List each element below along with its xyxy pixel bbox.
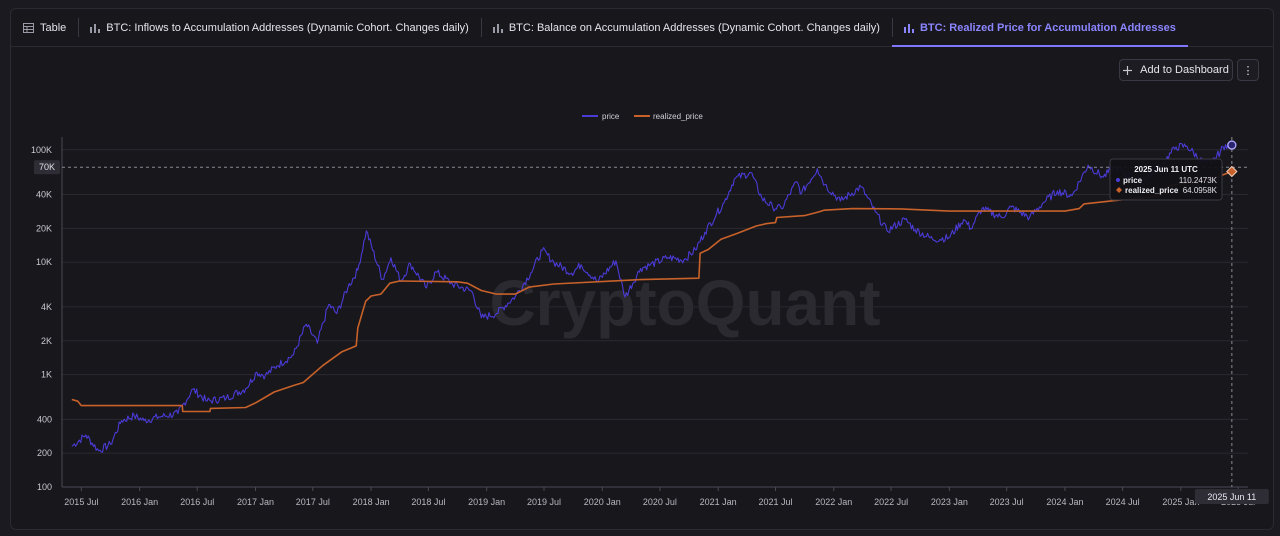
tooltip-realized-value: 64.0958K bbox=[1183, 186, 1218, 195]
crosshair-y-label: 70K bbox=[39, 162, 55, 172]
y-tick-label: 4K bbox=[41, 302, 52, 312]
x-tick-label: 2015 Jul bbox=[64, 497, 98, 507]
x-tick-label: 2016 Jul bbox=[180, 497, 214, 507]
x-tick-label: 2016 Jan bbox=[121, 497, 158, 507]
tooltip-price-swatch bbox=[1116, 178, 1120, 182]
x-tick-label: 2017 Jan bbox=[237, 497, 274, 507]
realized-price-hover-marker bbox=[1226, 165, 1238, 178]
y-tick-label: 400 bbox=[37, 414, 52, 424]
y-tick-label: 20K bbox=[36, 223, 52, 233]
y-tick-label: 100 bbox=[37, 482, 52, 492]
y-tick-label: 200 bbox=[37, 448, 52, 458]
tooltip-price-name: price bbox=[1123, 176, 1143, 185]
tooltip-date: 2025 Jun 11 UTC bbox=[1134, 165, 1198, 174]
x-tick-label: 2022 Jan bbox=[815, 497, 852, 507]
y-tick-label: 1K bbox=[41, 370, 52, 380]
tooltip: 2025 Jun 11 UTC price 110.2473Krealized_pr… bbox=[1109, 158, 1223, 201]
y-tick-label: 10K bbox=[36, 257, 52, 267]
x-tick-label: 2021 Jul bbox=[758, 497, 792, 507]
x-tick-label: 2021 Jan bbox=[700, 497, 737, 507]
x-tick-label: 2023 Jul bbox=[990, 497, 1024, 507]
x-tick-label: 2023 Jan bbox=[931, 497, 968, 507]
x-tick-label: 2018 Jan bbox=[353, 497, 390, 507]
chart[interactable]: CryptoQuant1002004001K2K4K10K20K40K100K2… bbox=[0, 0, 1280, 536]
price-hover-marker bbox=[1227, 140, 1237, 150]
legend-label-realized-price: realized_price bbox=[653, 112, 703, 121]
legend-label-price: price bbox=[602, 112, 620, 121]
x-tick-label: 2019 Jul bbox=[527, 497, 561, 507]
x-tick-label: 2025 Jan bbox=[1162, 497, 1199, 507]
x-tick-label: 2024 Jan bbox=[1046, 497, 1083, 507]
x-tick-label: 2024 Jul bbox=[1106, 497, 1140, 507]
tooltip-realized-name: realized_price bbox=[1125, 186, 1179, 195]
y-tick-label: 40K bbox=[36, 190, 52, 200]
legend: price realized_price bbox=[582, 112, 703, 121]
x-tick-label: 2020 Jul bbox=[643, 497, 677, 507]
y-tick-label: 100K bbox=[31, 145, 52, 155]
x-tick-label: 2019 Jan bbox=[468, 497, 505, 507]
crosshair-x-label: 2025 Jun 11 bbox=[1207, 492, 1256, 502]
x-tick-label: 2020 Jan bbox=[584, 497, 621, 507]
x-tick-label: 2017 Jul bbox=[296, 497, 330, 507]
y-tick-label: 2K bbox=[41, 336, 52, 346]
tooltip-price-value: 110.2473K bbox=[1179, 176, 1218, 185]
x-tick-label: 2018 Jul bbox=[411, 497, 445, 507]
x-tick-label: 2022 Jul bbox=[874, 497, 908, 507]
